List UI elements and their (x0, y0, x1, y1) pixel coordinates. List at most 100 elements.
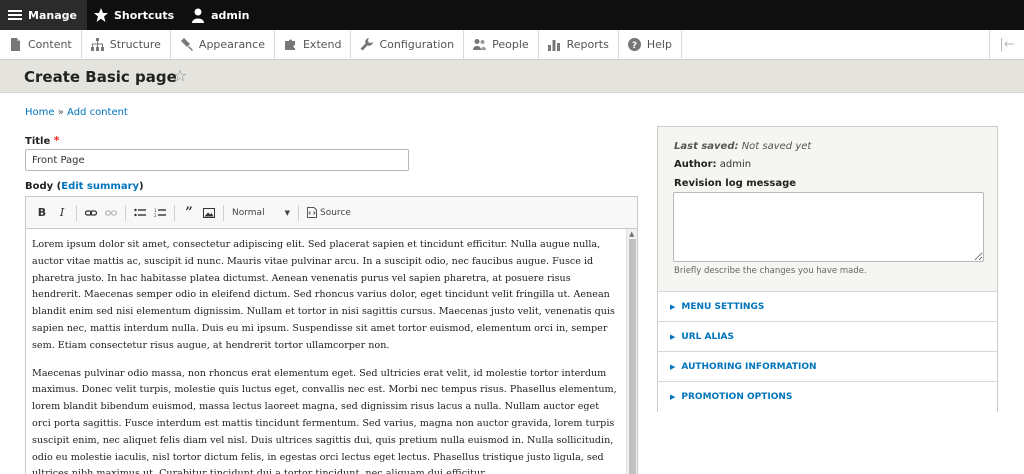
required-marker: * (53, 134, 60, 147)
sitemap-icon (90, 38, 104, 51)
wrench-icon (360, 38, 374, 51)
editor-content[interactable]: Lorem ipsum dolor sit amet, consectetur … (26, 229, 626, 474)
tray-item-structure[interactable]: Structure (82, 30, 171, 59)
edit-summary-link[interactable]: Edit summary (61, 181, 139, 192)
tray-item-label: Configuration (379, 38, 455, 51)
paragraph: Lorem ipsum dolor sit amet, consectetur … (32, 239, 615, 351)
tray-item-appearance[interactable]: Appearance (171, 30, 275, 59)
shortcuts-label: Shortcuts (113, 8, 175, 22)
hamburger-icon (8, 10, 22, 20)
toolbar-divider (76, 204, 77, 221)
paintbrush-icon (180, 38, 193, 51)
triangle-right-icon: ▶ (670, 363, 676, 371)
format-select[interactable]: Normal ▼ (228, 208, 294, 218)
help-icon: ? (627, 38, 641, 51)
image-icon[interactable] (200, 204, 218, 222)
scroll-up-icon[interactable]: ▲ (629, 230, 634, 238)
last-saved-value: Not saved yet (741, 141, 812, 152)
admin-tray: Content Structure Appearance Extend Conf… (0, 30, 1024, 60)
user-button[interactable]: admin (184, 0, 259, 30)
url-alias-toggle[interactable]: ▶ URL ALIAS (658, 321, 997, 352)
triangle-right-icon: ▶ (670, 333, 676, 341)
shortcuts-button[interactable]: Shortcuts (87, 0, 184, 30)
tray-item-people[interactable]: People (464, 30, 539, 59)
section-label: PROMOTION OPTIONS (681, 392, 793, 402)
toolbar-divider (298, 204, 299, 221)
toolbar-divider (174, 204, 175, 221)
section-label: MENU SETTINGS (681, 302, 765, 312)
author-row: Author: admin (674, 159, 751, 170)
breadcrumb: Home » Add content (25, 107, 128, 118)
user-label: admin (211, 8, 250, 22)
breadcrumb-add-content-link[interactable]: Add content (67, 107, 128, 118)
unlink-icon[interactable] (102, 204, 120, 222)
title-input[interactable] (25, 149, 409, 171)
italic-icon[interactable]: I (53, 204, 71, 222)
last-saved-row: Last saved: Not saved yet (674, 141, 811, 152)
triangle-right-icon: ▶ (670, 393, 676, 401)
editor-toolbar: B I 12 ” Normal ▼ Source (26, 197, 637, 229)
author-value: admin (719, 159, 752, 170)
format-select-value: Normal (232, 207, 265, 218)
tray-item-configuration[interactable]: Configuration (351, 30, 465, 59)
bold-icon[interactable]: B (33, 204, 51, 222)
link-icon[interactable] (82, 204, 100, 222)
tray-item-label: Appearance (198, 38, 265, 51)
menu-settings-toggle[interactable]: ▶ MENU SETTINGS (658, 291, 997, 322)
section-label: AUTHORING INFORMATION (681, 362, 817, 372)
editor-scrollbar[interactable]: ▲ (626, 229, 637, 474)
caret-down-icon: ▼ (284, 208, 290, 217)
tray-item-content[interactable]: Content (0, 30, 82, 59)
breadcrumb-separator: » (57, 107, 64, 118)
triangle-right-icon: ▶ (670, 303, 676, 311)
tray-item-label: Structure (109, 38, 161, 51)
manage-label: Manage (28, 8, 77, 22)
scrollbar-thumb[interactable] (629, 239, 636, 474)
blockquote-icon[interactable]: ” (180, 204, 198, 222)
promotion-options-toggle[interactable]: ▶ PROMOTION OPTIONS (658, 381, 997, 412)
tray-item-label: Content (28, 38, 72, 51)
bar-chart-icon (547, 40, 560, 51)
tray-item-label: Reports (566, 38, 609, 51)
puzzle-icon (284, 39, 295, 50)
toolbar-divider (125, 204, 126, 221)
body-label-wrap: Body (Edit summary) (25, 181, 144, 192)
manage-button[interactable]: Manage (0, 0, 87, 30)
tray-spacer (682, 30, 990, 59)
collapse-icon: |← (999, 37, 1015, 52)
tray-item-label: Help (646, 38, 672, 51)
document-icon (11, 38, 20, 51)
tray-item-reports[interactable]: Reports (539, 30, 619, 59)
admin-toolbar: Manage Shortcuts admin (0, 0, 1024, 30)
tray-item-label: Extend (302, 38, 342, 51)
add-shortcut-star-icon[interactable]: ☆ (173, 66, 187, 85)
title-label-wrap: Title * (25, 134, 60, 147)
tray-item-extend[interactable]: Extend (275, 30, 352, 59)
paragraph: Maecenas pulvinar odio massa, non rhoncu… (32, 367, 617, 474)
revision-label: Revision log message (674, 178, 797, 189)
people-icon (473, 39, 487, 50)
revision-description: Briefly describe the changes you have ma… (674, 266, 867, 276)
body-label: Body (25, 181, 54, 192)
title-label: Title (25, 136, 51, 147)
revision-row: Revision log message (674, 178, 796, 189)
page-title: Create Basic page (24, 68, 177, 86)
tray-item-label: People (492, 38, 529, 51)
user-icon (192, 8, 205, 23)
tray-item-help[interactable]: ? Help (619, 30, 682, 59)
source-button[interactable]: Source (303, 207, 355, 218)
breadcrumb-home-link[interactable]: Home (25, 107, 55, 118)
svg-text:2: 2 (154, 213, 157, 218)
source-label: Source (320, 207, 351, 218)
toolbar-divider (223, 204, 224, 221)
authoring-information-toggle[interactable]: ▶ AUTHORING INFORMATION (658, 351, 997, 382)
meta-sidebar: Last saved: Not saved yet Author: admin … (657, 126, 998, 412)
collapse-tray-button[interactable]: |← (990, 30, 1024, 59)
revision-log-textarea[interactable] (673, 192, 984, 262)
numbered-list-icon[interactable]: 12 (151, 204, 169, 222)
svg-text:?: ? (632, 41, 637, 51)
bulleted-list-icon[interactable] (131, 204, 149, 222)
author-label: Author: (674, 159, 717, 170)
section-label: URL ALIAS (681, 332, 734, 342)
body-editor: B I 12 ” Normal ▼ Source Lorem ipsum dol… (25, 196, 638, 474)
